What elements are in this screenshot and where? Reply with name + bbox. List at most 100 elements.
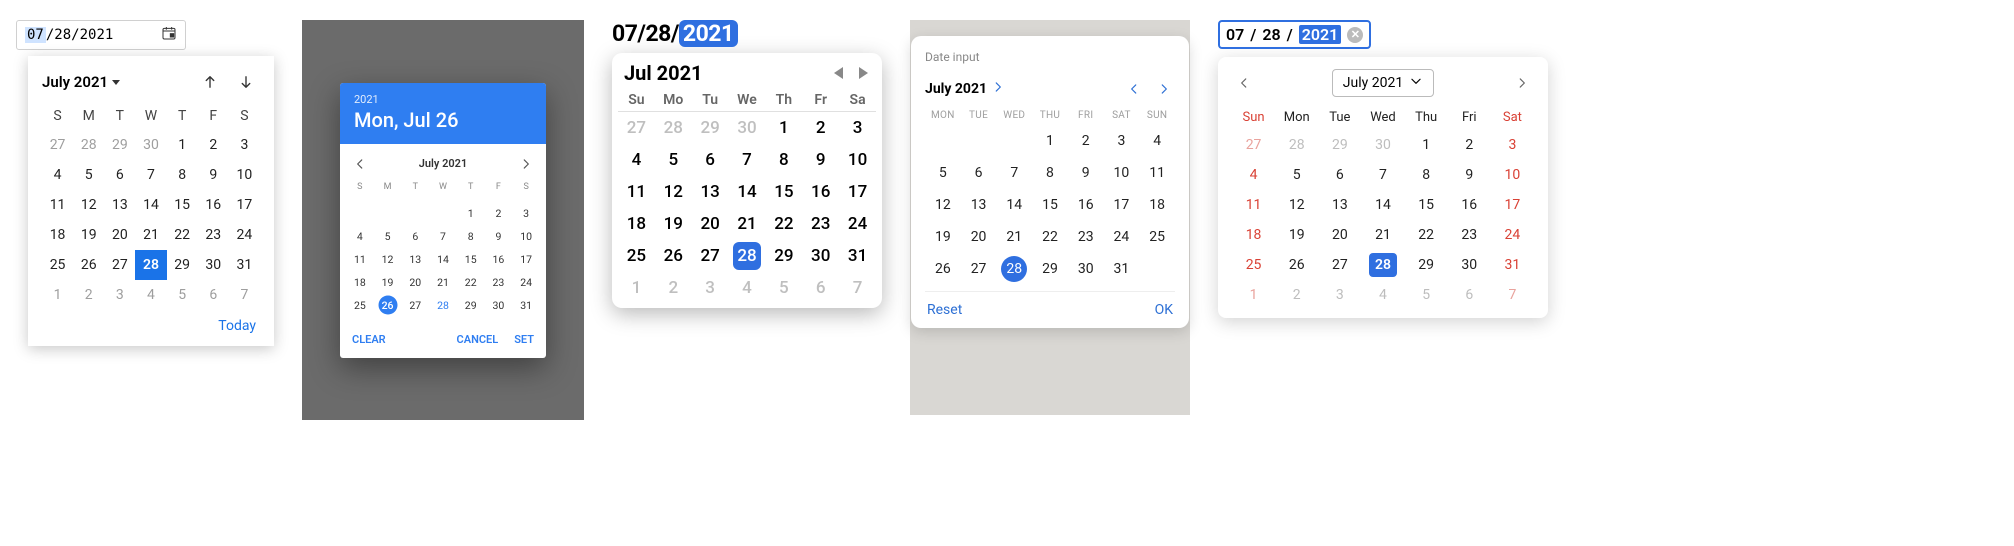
calendar-day[interactable]: 9 bbox=[485, 225, 513, 248]
calendar-day[interactable]: 8 bbox=[765, 144, 802, 176]
clear-button[interactable]: CLEAR bbox=[352, 333, 386, 346]
calendar-day[interactable]: 3 bbox=[229, 130, 260, 160]
set-button[interactable]: SET bbox=[514, 333, 534, 346]
calendar-day[interactable]: 11 bbox=[42, 190, 73, 220]
calendar-day[interactable]: 30 bbox=[1361, 130, 1404, 160]
calendar-day[interactable]: 1 bbox=[457, 202, 485, 225]
today-button[interactable]: Today bbox=[42, 310, 260, 336]
prev-month-button[interactable] bbox=[196, 68, 224, 96]
calendar-day[interactable]: 16 bbox=[1448, 190, 1491, 220]
calendar-day[interactable]: 16 bbox=[802, 176, 839, 208]
calendar-day[interactable]: 30 bbox=[1448, 250, 1491, 280]
calendar-day[interactable]: 31 bbox=[512, 294, 540, 317]
calendar-day[interactable]: 7 bbox=[996, 157, 1032, 189]
calendar-day[interactable]: 14 bbox=[1361, 190, 1404, 220]
calendar-day[interactable]: 29 bbox=[1405, 250, 1448, 280]
calendar-day[interactable]: 24 bbox=[1491, 220, 1534, 250]
calendar-day[interactable]: 4 bbox=[729, 272, 766, 304]
calendar-day[interactable]: 30 bbox=[729, 112, 766, 144]
calendar-day[interactable]: 2 bbox=[1275, 280, 1318, 310]
calendar-day[interactable]: 28 bbox=[135, 250, 166, 280]
calendar-day[interactable]: 21 bbox=[429, 271, 457, 294]
calendar-day[interactable]: 16 bbox=[485, 248, 513, 271]
clear-button[interactable]: ✕ bbox=[1347, 27, 1363, 43]
calendar-day[interactable]: 12 bbox=[655, 176, 692, 208]
calendar-day[interactable]: 5 bbox=[73, 160, 104, 190]
calendar-day[interactable]: 16 bbox=[198, 190, 229, 220]
calendar-day[interactable]: 23 bbox=[1448, 220, 1491, 250]
calendar-day[interactable]: 7 bbox=[729, 144, 766, 176]
calendar-day[interactable]: 6 bbox=[104, 160, 135, 190]
calendar-day[interactable]: 11 bbox=[346, 248, 374, 271]
ok-button[interactable]: OK bbox=[1155, 302, 1173, 318]
calendar-day[interactable]: 7 bbox=[1361, 160, 1404, 190]
calendar-day[interactable]: 19 bbox=[925, 221, 961, 253]
calendar-day[interactable]: 3 bbox=[104, 280, 135, 310]
next-month-button[interactable] bbox=[232, 68, 260, 96]
calendar-day[interactable]: 19 bbox=[655, 208, 692, 240]
calendar-day[interactable]: 12 bbox=[1275, 190, 1318, 220]
calendar-day[interactable]: 8 bbox=[1405, 160, 1448, 190]
calendar-day[interactable]: 2 bbox=[485, 202, 513, 225]
calendar-day[interactable]: 15 bbox=[1405, 190, 1448, 220]
calendar-day[interactable]: 17 bbox=[839, 176, 876, 208]
month-year-selector[interactable]: July 2021 bbox=[1332, 69, 1434, 97]
calendar-day[interactable]: 18 bbox=[1232, 220, 1275, 250]
calendar-day[interactable]: 30 bbox=[485, 294, 513, 317]
calendar-day[interactable]: 27 bbox=[104, 250, 135, 280]
calendar-day[interactable]: 25 bbox=[618, 240, 655, 272]
calendar-day[interactable]: 25 bbox=[42, 250, 73, 280]
calendar-day[interactable]: 20 bbox=[961, 221, 997, 253]
calendar-day[interactable]: 29 bbox=[1318, 130, 1361, 160]
month-year-selector[interactable]: July 2021 bbox=[42, 73, 120, 91]
calendar-day[interactable]: 7 bbox=[1491, 280, 1534, 310]
calendar-day[interactable]: 17 bbox=[229, 190, 260, 220]
calendar-day[interactable]: 23 bbox=[485, 271, 513, 294]
calendar-day[interactable]: 24 bbox=[839, 208, 876, 240]
calendar-day[interactable]: 20 bbox=[104, 220, 135, 250]
calendar-day[interactable]: 22 bbox=[457, 271, 485, 294]
calendar-day[interactable]: 6 bbox=[1318, 160, 1361, 190]
calendar-day[interactable]: 3 bbox=[1104, 125, 1140, 157]
calendar-day[interactable]: 1 bbox=[1032, 125, 1068, 157]
calendar-day[interactable]: 2 bbox=[655, 272, 692, 304]
calendar-day[interactable]: 2 bbox=[1448, 130, 1491, 160]
calendar-day[interactable]: 3 bbox=[1318, 280, 1361, 310]
calendar-day[interactable]: 25 bbox=[346, 294, 374, 317]
calendar-day[interactable]: 20 bbox=[401, 271, 429, 294]
next-month-button[interactable] bbox=[514, 152, 538, 176]
calendar-day[interactable]: 5 bbox=[374, 225, 402, 248]
calendar-day[interactable]: 15 bbox=[457, 248, 485, 271]
calendar-day[interactable]: 17 bbox=[1491, 190, 1534, 220]
calendar-icon[interactable] bbox=[161, 25, 177, 45]
calendar-day[interactable]: 22 bbox=[765, 208, 802, 240]
next-month-button[interactable] bbox=[1153, 78, 1175, 100]
calendar-day[interactable]: 2 bbox=[198, 130, 229, 160]
calendar-day[interactable]: 8 bbox=[167, 160, 198, 190]
today-button[interactable] bbox=[849, 71, 853, 75]
calendar-day[interactable]: 4 bbox=[618, 144, 655, 176]
calendar-day[interactable]: 26 bbox=[374, 294, 402, 317]
calendar-day[interactable]: 28 bbox=[729, 240, 766, 272]
calendar-day[interactable]: 29 bbox=[167, 250, 198, 280]
calendar-day[interactable]: 4 bbox=[346, 225, 374, 248]
calendar-day[interactable]: 30 bbox=[802, 240, 839, 272]
calendar-day[interactable]: 10 bbox=[229, 160, 260, 190]
calendar-day[interactable]: 30 bbox=[198, 250, 229, 280]
calendar-day[interactable]: 29 bbox=[457, 294, 485, 317]
calendar-day[interactable]: 7 bbox=[229, 280, 260, 310]
calendar-day[interactable]: 1 bbox=[167, 130, 198, 160]
calendar-day[interactable]: 6 bbox=[802, 272, 839, 304]
calendar-day[interactable]: 9 bbox=[802, 144, 839, 176]
calendar-day[interactable]: 24 bbox=[229, 220, 260, 250]
calendar-day[interactable]: 31 bbox=[839, 240, 876, 272]
calendar-day[interactable]: 1 bbox=[1405, 130, 1448, 160]
calendar-day[interactable]: 27 bbox=[401, 294, 429, 317]
calendar-day[interactable]: 5 bbox=[925, 157, 961, 189]
calendar-day[interactable]: 2 bbox=[73, 280, 104, 310]
calendar-day[interactable]: 10 bbox=[1491, 160, 1534, 190]
calendar-day[interactable]: 15 bbox=[1032, 189, 1068, 221]
calendar-day[interactable]: 6 bbox=[198, 280, 229, 310]
calendar-day[interactable]: 2 bbox=[802, 112, 839, 144]
calendar-day[interactable]: 29 bbox=[765, 240, 802, 272]
